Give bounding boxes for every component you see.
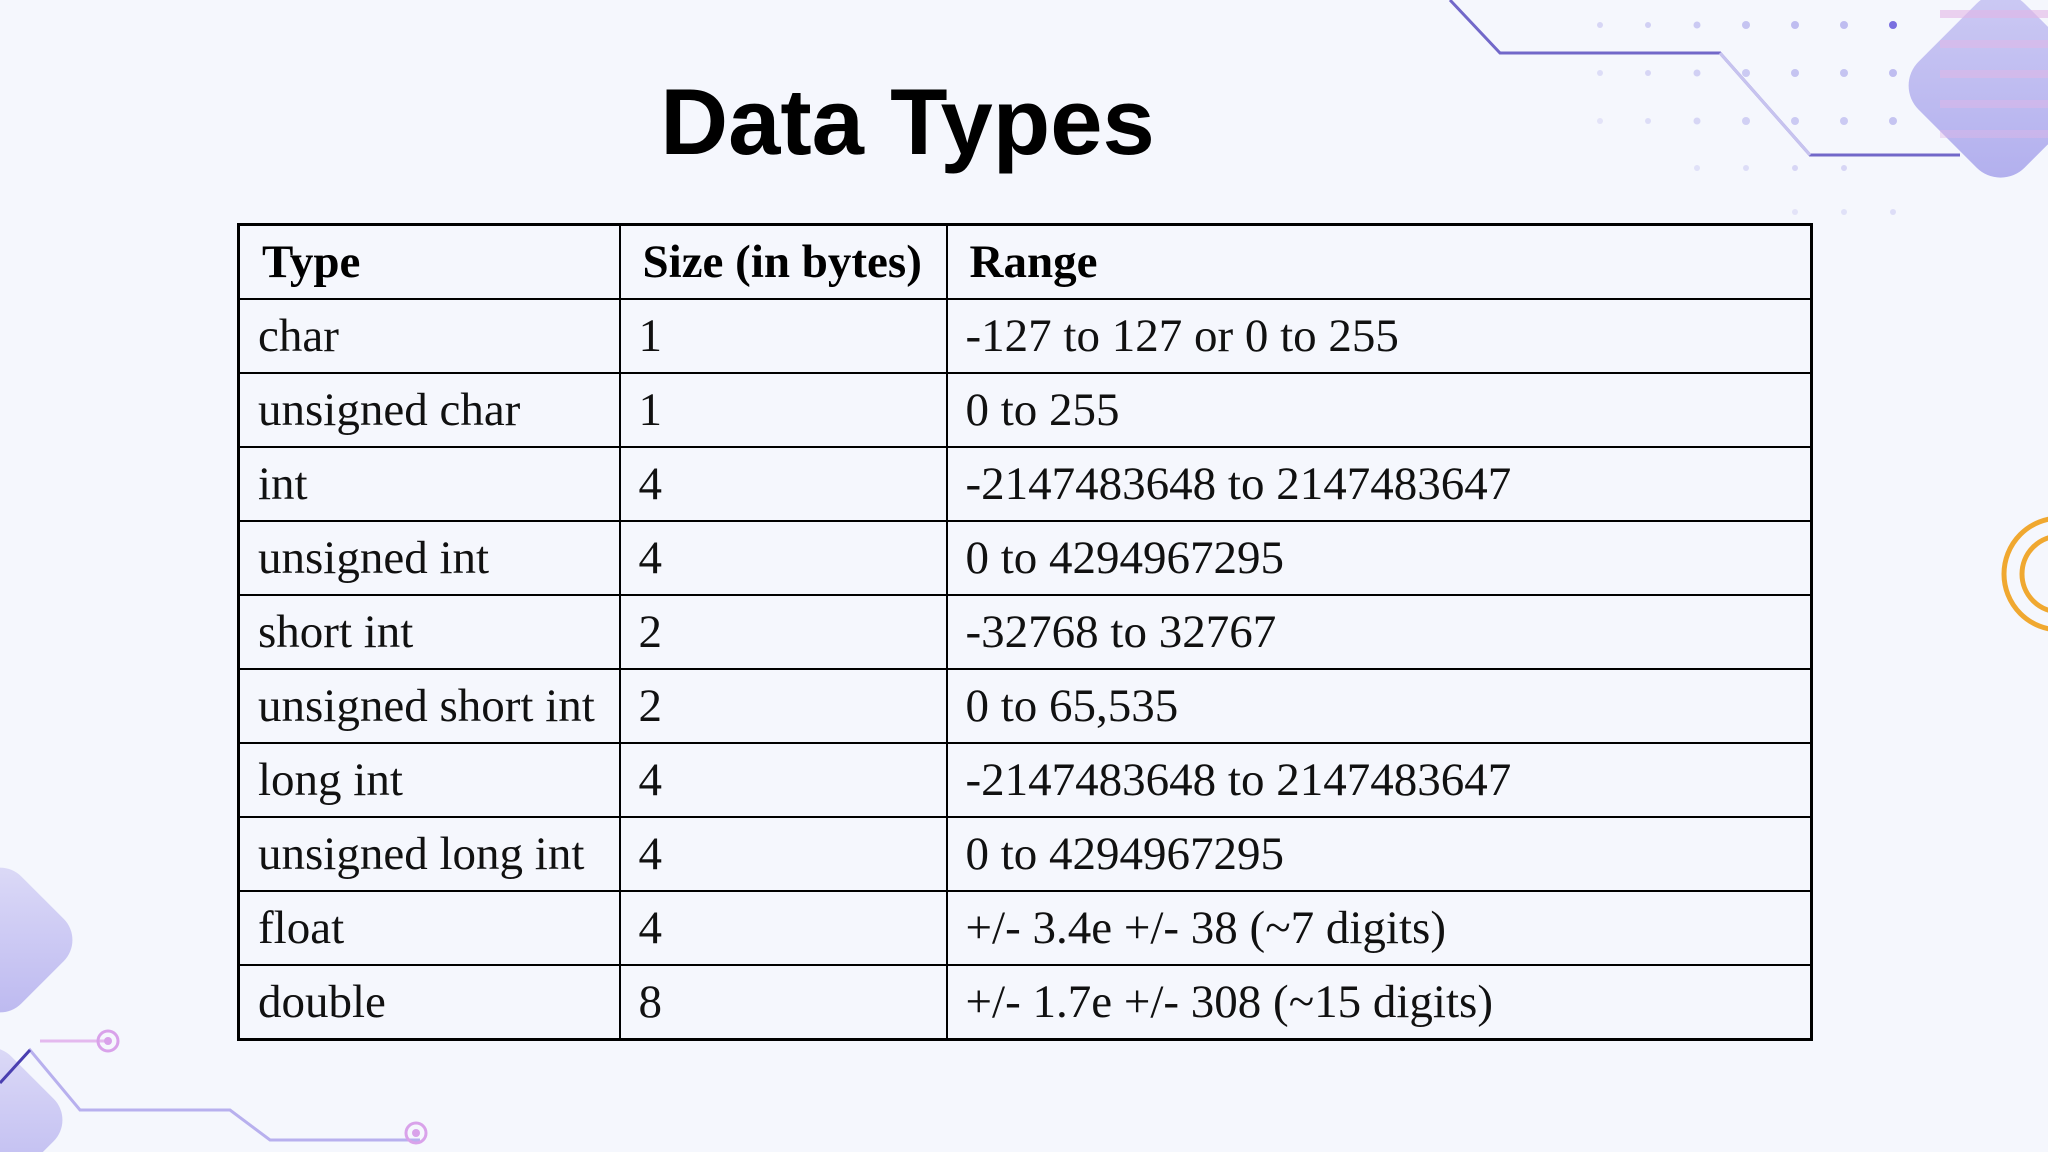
size-cell: 4	[618, 742, 948, 818]
range-cell: 0 to 65,535	[945, 668, 1813, 744]
data-types-table: Type Size (in bytes) Range char 1 -127 t…	[237, 223, 1813, 1041]
header-range: Range	[945, 223, 1813, 300]
type-cell: long int	[237, 742, 621, 818]
table-header-row: Type Size (in bytes) Range	[237, 223, 1813, 300]
size-cell: 2	[618, 594, 948, 670]
range-cell: -2147483648 to 2147483647	[945, 446, 1813, 522]
header-size: Size (in bytes)	[618, 223, 948, 300]
table-row: unsigned short int 2 0 to 65,535	[237, 668, 1813, 744]
range-cell: +/- 3.4e +/- 38 (~7 digits)	[945, 890, 1813, 966]
size-cell: 4	[618, 446, 948, 522]
type-cell: unsigned long int	[237, 816, 621, 892]
table-row: short int 2 -32768 to 32767	[237, 594, 1813, 670]
table-row: float 4 +/- 3.4e +/- 38 (~7 digits)	[237, 890, 1813, 966]
type-cell: unsigned short int	[237, 668, 621, 744]
type-cell: float	[237, 890, 621, 966]
type-cell: char	[237, 298, 621, 374]
table-row: int 4 -2147483648 to 2147483647	[237, 446, 1813, 522]
type-cell: unsigned int	[237, 520, 621, 596]
header-type: Type	[237, 223, 621, 300]
type-cell: unsigned char	[237, 372, 621, 448]
size-cell: 2	[618, 668, 948, 744]
bottom-left-diamond-shapes	[0, 867, 73, 1152]
range-cell: -32768 to 32767	[945, 594, 1813, 670]
top-right-diamond-shape	[1908, 0, 2048, 178]
table-row: unsigned long int 4 0 to 4294967295	[237, 816, 1813, 892]
table-row: unsigned int 4 0 to 4294967295	[237, 520, 1813, 596]
size-cell: 4	[618, 816, 948, 892]
range-cell: -127 to 127 or 0 to 255	[945, 298, 1813, 374]
range-cell: 0 to 4294967295	[945, 520, 1813, 596]
range-cell: +/- 1.7e +/- 308 (~15 digits)	[945, 964, 1813, 1041]
bottom-left-circuit-lines	[0, 1029, 428, 1145]
table-row: unsigned char 1 0 to 255	[237, 372, 1813, 448]
size-cell: 1	[618, 298, 948, 374]
table-row: double 8 +/- 1.7e +/- 308 (~15 digits)	[237, 964, 1813, 1041]
range-cell: 0 to 255	[945, 372, 1813, 448]
slide-title: Data Types	[660, 69, 1155, 174]
size-cell: 4	[618, 890, 948, 966]
type-cell: double	[237, 964, 621, 1041]
type-cell: short int	[237, 594, 621, 670]
table-row: char 1 -127 to 127 or 0 to 255	[237, 298, 1813, 374]
size-cell: 1	[618, 372, 948, 448]
type-cell: int	[237, 446, 621, 522]
size-cell: 8	[618, 964, 948, 1041]
range-cell: -2147483648 to 2147483647	[945, 742, 1813, 818]
right-orange-ring	[2001, 516, 2048, 632]
range-cell: 0 to 4294967295	[945, 816, 1813, 892]
table-row: long int 4 -2147483648 to 2147483647	[237, 742, 1813, 818]
size-cell: 4	[618, 520, 948, 596]
